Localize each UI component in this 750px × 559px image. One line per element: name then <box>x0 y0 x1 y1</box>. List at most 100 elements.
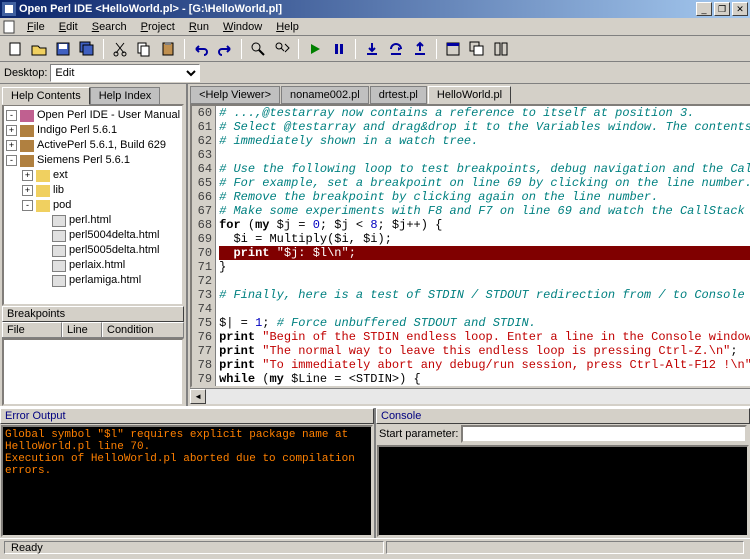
code-line[interactable]: # Finally, here is a test of STDIN / STD… <box>219 288 750 302</box>
line-gutter[interactable]: 6061626364656667686970717273747576777879… <box>192 106 216 386</box>
tree-node[interactable]: +lib <box>6 183 180 198</box>
expander-icon[interactable]: - <box>6 155 17 166</box>
code-line[interactable]: # Use the following loop to test breakpo… <box>219 162 750 176</box>
tree-node[interactable]: +ext <box>6 168 180 183</box>
menu-window[interactable]: Window <box>216 19 269 35</box>
bp-col-condition[interactable]: Condition <box>102 322 184 337</box>
editor-tab[interactable]: drtest.pl <box>370 86 427 104</box>
new-button[interactable] <box>4 38 26 60</box>
window3-button[interactable] <box>490 38 512 60</box>
breakpoints-title: Breakpoints <box>2 306 184 322</box>
code-line[interactable]: $i = Multiply($i, $i); <box>219 232 750 246</box>
desktop-select[interactable]: Edit <box>50 64 200 82</box>
code-line[interactable] <box>219 302 750 316</box>
start-param-input[interactable] <box>461 425 747 443</box>
code-line[interactable] <box>219 148 750 162</box>
tree-node[interactable]: perlaix.html <box>6 258 180 273</box>
expander-icon[interactable]: + <box>6 140 17 151</box>
redo-button[interactable] <box>214 38 236 60</box>
expander-icon[interactable]: - <box>22 200 33 211</box>
tree-label: Open Perl IDE - User Manual <box>37 108 180 123</box>
expander-icon[interactable]: + <box>22 185 33 196</box>
code-line[interactable]: } <box>219 260 750 274</box>
stepout-button[interactable] <box>409 38 431 60</box>
code-line[interactable]: # For example, set a breakpoint on line … <box>219 176 750 190</box>
code-line[interactable]: $| = 1; # Force unbuffered STDOUT and ST… <box>219 316 750 330</box>
horizontal-scrollbar[interactable]: ◄ ► <box>190 388 750 404</box>
page-icon <box>52 245 66 257</box>
breakpoints-pane: Breakpoints File Line Condition <box>2 306 184 406</box>
menu-search[interactable]: Search <box>85 19 134 35</box>
window2-button[interactable] <box>466 38 488 60</box>
tree-node[interactable]: perl5004delta.html <box>6 228 180 243</box>
code-line[interactable]: print "The normal way to leave this endl… <box>219 344 750 358</box>
code-line[interactable]: print "Begin of the STDIN endless loop. … <box>219 330 750 344</box>
folder-icon <box>36 170 50 182</box>
code-line[interactable]: # Remove the breakpoint by clicking agai… <box>219 190 750 204</box>
stepover-button[interactable] <box>385 38 407 60</box>
code-editor[interactable]: # ...,@testarray now contains a referenc… <box>216 106 750 386</box>
open-button[interactable] <box>28 38 50 60</box>
code-line[interactable]: print "$j: $l\n"; <box>219 246 750 260</box>
maximize-button[interactable]: ❐ <box>714 2 730 16</box>
expander-icon[interactable]: + <box>6 125 17 136</box>
close-button[interactable]: ✕ <box>732 2 748 16</box>
save-button[interactable] <box>52 38 74 60</box>
tree-node[interactable]: perl.html <box>6 213 180 228</box>
code-line[interactable]: # Make some experiments with F8 and F7 o… <box>219 204 750 218</box>
undo-button[interactable] <box>190 38 212 60</box>
stepinto-button[interactable] <box>361 38 383 60</box>
console-panel: Console Start parameter: <box>376 408 750 538</box>
code-line[interactable]: # immediately shown in a watch tree. <box>219 134 750 148</box>
editor-panel: <Help Viewer>noname002.pldrtest.plHelloW… <box>188 84 750 406</box>
tab-help-contents[interactable]: Help Contents <box>2 87 90 105</box>
tree-node[interactable]: perlamiga.html <box>6 273 180 288</box>
tree-label: perl.html <box>69 213 111 228</box>
menu-help[interactable]: Help <box>269 19 306 35</box>
folder-icon <box>36 185 50 197</box>
expander-icon[interactable]: + <box>22 170 33 181</box>
bp-col-file[interactable]: File <box>2 322 62 337</box>
cut-button[interactable] <box>109 38 131 60</box>
code-line[interactable]: for (my $j = 0; $j < 8; $j++) { <box>219 218 750 232</box>
tree-node[interactable]: -pod <box>6 198 180 213</box>
code-line[interactable]: while (my $Line = <STDIN>) { <box>219 372 750 386</box>
console-body[interactable] <box>377 445 749 537</box>
menu-run[interactable]: Run <box>182 19 216 35</box>
help-tree[interactable]: - Open Perl IDE - User Manual+Indigo Perl… <box>2 104 184 306</box>
editor-tab[interactable]: <Help Viewer> <box>190 86 280 104</box>
bp-col-line[interactable]: Line <box>62 322 102 337</box>
menu-project[interactable]: Project <box>134 19 182 35</box>
cube-icon <box>20 125 34 137</box>
menu-file[interactable]: File <box>20 19 52 35</box>
tree-node[interactable]: +Indigo Perl 5.6.1 <box>6 123 180 138</box>
run-button[interactable] <box>304 38 326 60</box>
breakpoints-list[interactable] <box>2 338 184 406</box>
tree-node[interactable]: - Open Perl IDE - User Manual <box>6 108 180 123</box>
code-line[interactable]: print "To immediately abort any debug/ru… <box>219 358 750 372</box>
titlebar: Open Perl IDE <HelloWorld.pl> - [G:\Hell… <box>0 0 750 18</box>
code-line[interactable]: # ...,@testarray now contains a referenc… <box>219 106 750 120</box>
scroll-left-arrow[interactable]: ◄ <box>190 389 206 404</box>
code-line[interactable]: # Select @testarray and drag&drop it to … <box>219 120 750 134</box>
error-output-body[interactable]: Global symbol "$l" requires explicit pac… <box>1 425 373 537</box>
pause-button[interactable] <box>328 38 350 60</box>
book-icon <box>20 110 34 122</box>
tab-help-index[interactable]: Help Index <box>90 87 161 105</box>
tree-node[interactable]: +ActivePerl 5.6.1, Build 629 <box>6 138 180 153</box>
expander-icon[interactable]: - <box>6 110 17 121</box>
copy-button[interactable] <box>133 38 155 60</box>
tree-node[interactable]: -Siemens Perl 5.6.1 <box>6 153 180 168</box>
saveall-button[interactable] <box>76 38 98 60</box>
minimize-button[interactable]: _ <box>696 2 712 16</box>
tree-node[interactable]: perl5005delta.html <box>6 243 180 258</box>
menu-edit[interactable]: Edit <box>52 19 85 35</box>
findnext-button[interactable] <box>271 38 293 60</box>
window1-button[interactable] <box>442 38 464 60</box>
editor-tab[interactable]: noname002.pl <box>281 86 369 104</box>
find-button[interactable] <box>247 38 269 60</box>
code-line[interactable] <box>219 274 750 288</box>
cube-icon <box>20 140 34 152</box>
paste-button[interactable] <box>157 38 179 60</box>
editor-tab[interactable]: HelloWorld.pl <box>428 86 511 104</box>
